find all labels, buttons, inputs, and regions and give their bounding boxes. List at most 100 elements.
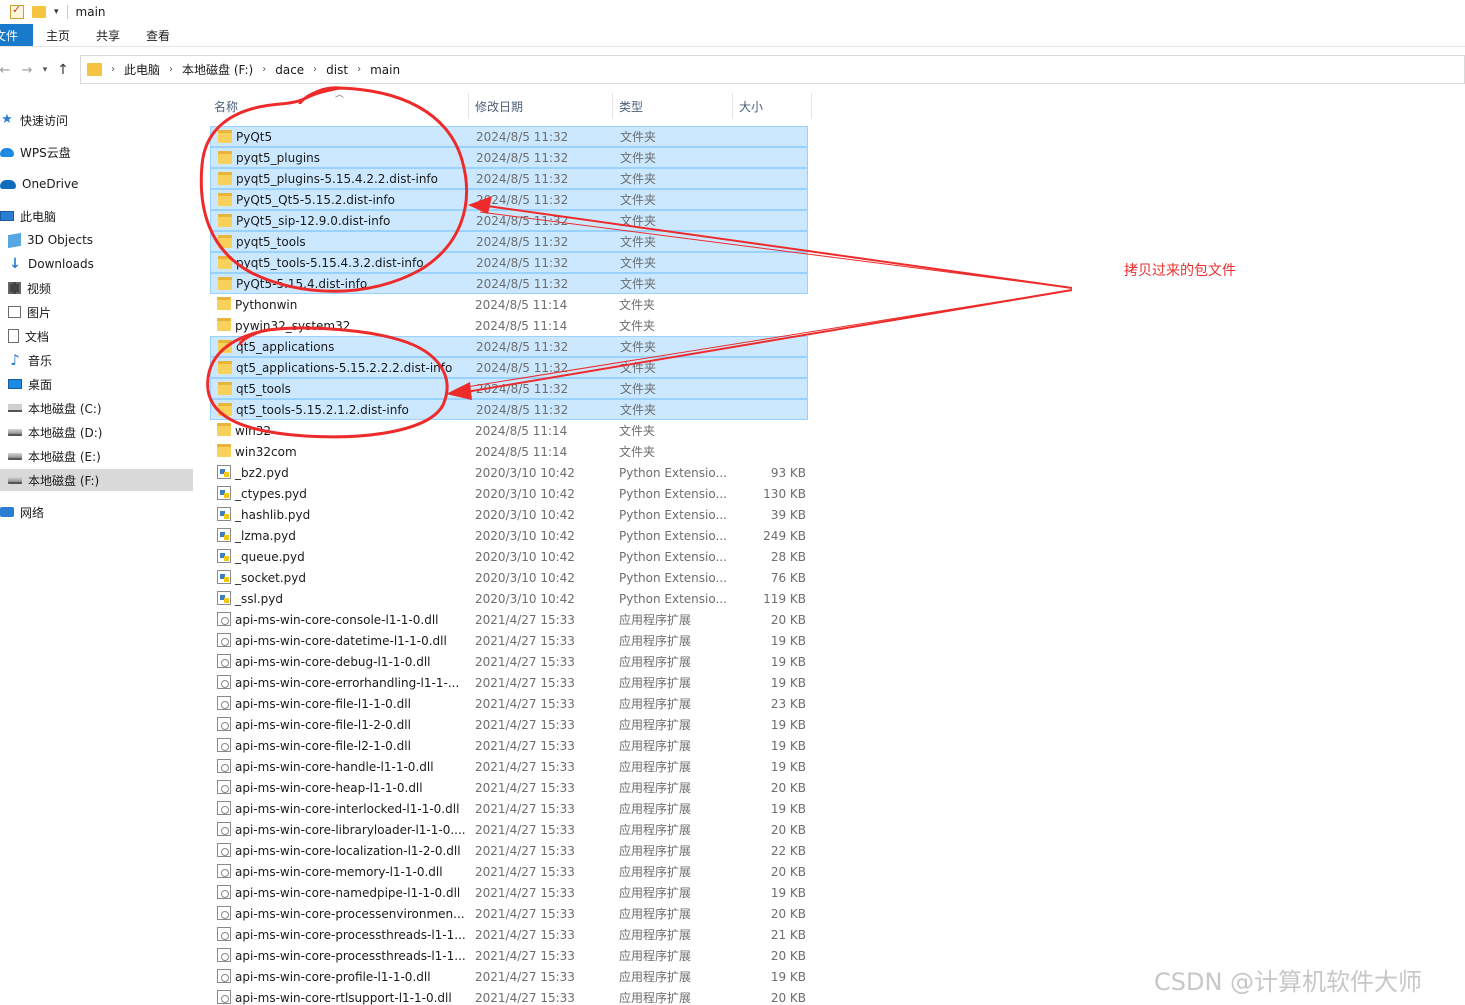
file-type: 应用程序扩展 xyxy=(619,655,692,669)
column-header-size[interactable]: 大小 xyxy=(733,93,812,119)
folder-row[interactable]: pyqt5_plugins-5.15.4.2.2.dist-info 2024/8… xyxy=(210,168,808,189)
file-row[interactable]: api-ms-win-core-processthreads-l1-1... 20… xyxy=(210,924,808,945)
file-row[interactable]: api-ms-win-core-file-l2-1-0.dll 2021/4/27… xyxy=(210,735,808,756)
sidebar-item-quick-access[interactable]: ★ 快速访问 xyxy=(0,109,193,131)
sidebar-item-desktop[interactable]: 桌面 xyxy=(0,373,193,395)
chevron-right-icon[interactable]: › xyxy=(111,64,115,75)
file-row[interactable]: api-ms-win-core-rtlsupport-l1-1-0.dll 202… xyxy=(210,987,808,1005)
dll-file-icon xyxy=(217,801,231,815)
breadcrumb-main[interactable]: main xyxy=(370,63,400,77)
file-row[interactable]: api-ms-win-core-interlocked-l1-1-0.dll 20… xyxy=(210,798,808,819)
file-row[interactable]: api-ms-win-core-localization-l1-2-0.dll 2… xyxy=(210,840,808,861)
breadcrumb-this-pc[interactable]: 此电脑 xyxy=(124,61,160,78)
folder-icon xyxy=(217,318,231,331)
file-row[interactable]: api-ms-win-core-handle-l1-1-0.dll 2021/4/… xyxy=(210,756,808,777)
folder-row[interactable]: pyqt5_tools-5.15.4.3.2.dist-info 2024/8/5… xyxy=(210,252,808,273)
sidebar-item-wps-cloud[interactable]: WPS云盘 xyxy=(0,141,193,163)
sidebar-item-drive-e[interactable]: 本地磁盘 (E:) xyxy=(0,445,193,467)
properties-icon[interactable] xyxy=(10,3,24,19)
chevron-right-icon[interactable]: › xyxy=(169,64,173,75)
sidebar-item-network[interactable]: 网络 xyxy=(0,501,193,523)
folder-row[interactable]: PyQt5 2024/8/5 11:32 文件夹 xyxy=(210,126,808,147)
chevron-right-icon[interactable]: › xyxy=(262,64,266,75)
file-row[interactable]: _lzma.pyd 2020/3/10 10:42 Python Extensio.… xyxy=(210,525,808,546)
breadcrumb-dace[interactable]: dace xyxy=(275,63,304,77)
column-header-name[interactable]: 名称 xyxy=(208,93,469,119)
chevron-right-icon[interactable]: › xyxy=(313,64,317,75)
folder-row[interactable]: PyQt5_Qt5-5.15.2.dist-info 2024/8/5 11:32… xyxy=(210,189,808,210)
sidebar-item-videos[interactable]: 视频 xyxy=(0,277,193,299)
file-row[interactable]: _ssl.pyd 2020/3/10 10:42 Python Extensio..… xyxy=(210,588,808,609)
sidebar-item-drive-c[interactable]: 本地磁盘 (C:) xyxy=(0,397,193,419)
file-date: 2024/8/5 11:32 xyxy=(476,402,569,417)
file-size: 19 KB xyxy=(770,885,806,900)
annotation-label: 拷贝过来的包文件 xyxy=(1124,263,1236,279)
folder-row[interactable]: pyqt5_plugins 2024/8/5 11:32 文件夹 xyxy=(210,147,808,168)
chevron-right-icon[interactable]: › xyxy=(357,64,361,75)
file-row[interactable]: api-ms-win-core-profile-l1-1-0.dll 2021/4… xyxy=(210,966,808,987)
file-row[interactable]: api-ms-win-core-namedpipe-l1-1-0.dll 2021… xyxy=(210,882,808,903)
sidebar-item-documents[interactable]: 文档 xyxy=(0,325,193,347)
folder-row[interactable]: pywin32_system32 2024/8/5 11:14 文件夹 xyxy=(210,315,808,336)
folder-row[interactable]: PyQt5-5.15.4.dist-info 2024/8/5 11:32 文件夹 xyxy=(210,273,808,294)
back-arrow-icon[interactable]: ← xyxy=(0,63,16,78)
file-row[interactable]: api-ms-win-core-console-l1-1-0.dll 2021/4… xyxy=(210,609,808,630)
tab-view[interactable]: 查看 xyxy=(133,24,183,46)
file-row[interactable]: api-ms-win-core-libraryloader-l1-1-0....… xyxy=(210,819,808,840)
breadcrumb-dist[interactable]: dist xyxy=(326,63,348,77)
file-type: 文件夹 xyxy=(620,151,657,165)
folder-row[interactable]: qt5_tools-5.15.2.1.2.dist-info 2024/8/5 1… xyxy=(210,399,808,420)
sidebar-item-downloads[interactable]: ↓ Downloads xyxy=(0,253,193,275)
file-name: api-ms-win-core-datetime-l1-1-0.dll xyxy=(235,633,447,648)
new-folder-icon[interactable] xyxy=(32,6,46,18)
folder-row[interactable]: qt5_applications 2024/8/5 11:32 文件夹 xyxy=(210,336,808,357)
folder-icon xyxy=(218,256,232,269)
file-row[interactable]: api-ms-win-core-datetime-l1-1-0.dll 2021/… xyxy=(210,630,808,651)
file-row[interactable]: _ctypes.pyd 2020/3/10 10:42 Python Extensi… xyxy=(210,483,808,504)
tab-file[interactable]: 文件 xyxy=(0,24,33,46)
file-size: 20 KB xyxy=(770,780,806,795)
breadcrumb-drive-f[interactable]: 本地磁盘 (F:) xyxy=(182,61,253,78)
sidebar-item-onedrive[interactable]: OneDrive xyxy=(0,173,193,195)
file-row[interactable]: api-ms-win-core-memory-l1-1-0.dll 2021/4/… xyxy=(210,861,808,882)
folder-row[interactable]: qt5_applications-5.15.2.2.2.dist-info 202… xyxy=(210,357,808,378)
folder-row[interactable]: pyqt5_tools 2024/8/5 11:32 文件夹 xyxy=(210,231,808,252)
recent-locations-icon[interactable]: ▾ xyxy=(38,65,52,75)
file-date: 2021/4/27 15:33 xyxy=(475,969,575,984)
sidebar-item-3d-objects[interactable]: 3D Objects xyxy=(0,229,193,251)
file-row[interactable]: api-ms-win-core-file-l1-2-0.dll 2021/4/27… xyxy=(210,714,808,735)
sidebar-item-this-pc[interactable]: 此电脑 xyxy=(0,205,193,227)
file-row[interactable]: _hashlib.pyd 2020/3/10 10:42 Python Extens… xyxy=(210,504,808,525)
forward-arrow-icon[interactable]: → xyxy=(16,63,38,78)
file-row[interactable]: api-ms-win-core-debug-l1-1-0.dll 2021/4/2… xyxy=(210,651,808,672)
sidebar-item-label: 本地磁盘 (C:) xyxy=(28,401,102,416)
up-arrow-icon[interactable]: ↑ xyxy=(52,62,74,78)
address-bar[interactable]: › 此电脑 › 本地磁盘 (F:) › dace › dist › main xyxy=(80,55,1465,84)
file-row[interactable]: _socket.pyd 2020/3/10 10:42 Python Extensi… xyxy=(210,567,808,588)
folder-row[interactable]: Pythonwin 2024/8/5 11:14 文件夹 xyxy=(210,294,808,315)
file-row[interactable]: _bz2.pyd 2020/3/10 10:42 Python Extensio..… xyxy=(210,462,808,483)
file-row[interactable]: api-ms-win-core-processthreads-l1-1... 20… xyxy=(210,945,808,966)
sidebar-item-drive-f[interactable]: 本地磁盘 (F:) xyxy=(0,469,193,491)
file-row[interactable]: api-ms-win-core-processenvironmen... 2021… xyxy=(210,903,808,924)
folder-row[interactable]: PyQt5_sip-12.9.0.dist-info 2024/8/5 11:32… xyxy=(210,210,808,231)
folder-row[interactable]: qt5_tools 2024/8/5 11:32 文件夹 xyxy=(210,378,808,399)
sidebar-item-label: Downloads xyxy=(28,257,94,271)
sidebar-item-drive-d[interactable]: 本地磁盘 (D:) xyxy=(0,421,193,443)
file-row[interactable]: api-ms-win-core-file-l1-1-0.dll 2021/4/27… xyxy=(210,693,808,714)
file-date: 2024/8/5 11:32 xyxy=(476,213,569,228)
file-type: 文件夹 xyxy=(620,277,657,291)
tab-share[interactable]: 共享 xyxy=(83,24,133,46)
folder-row[interactable]: win32com 2024/8/5 11:14 文件夹 xyxy=(210,441,808,462)
quick-access-dropdown-icon[interactable]: ▾ xyxy=(54,7,59,17)
tab-home[interactable]: 主页 xyxy=(33,24,83,46)
file-type: 文件夹 xyxy=(620,382,657,396)
sidebar-item-music[interactable]: ♪ 音乐 xyxy=(0,349,193,371)
file-row[interactable]: api-ms-win-core-heap-l1-1-0.dll 2021/4/27… xyxy=(210,777,808,798)
file-row[interactable]: _queue.pyd 2020/3/10 10:42 Python Extensio… xyxy=(210,546,808,567)
sidebar-item-pictures[interactable]: 图片 xyxy=(0,301,193,323)
column-header-date[interactable]: 修改日期 xyxy=(469,93,613,119)
folder-row[interactable]: win32 2024/8/5 11:14 文件夹 xyxy=(210,420,808,441)
file-row[interactable]: api-ms-win-core-errorhandling-l1-1-... 20… xyxy=(210,672,808,693)
column-header-type[interactable]: 类型 xyxy=(613,93,733,119)
